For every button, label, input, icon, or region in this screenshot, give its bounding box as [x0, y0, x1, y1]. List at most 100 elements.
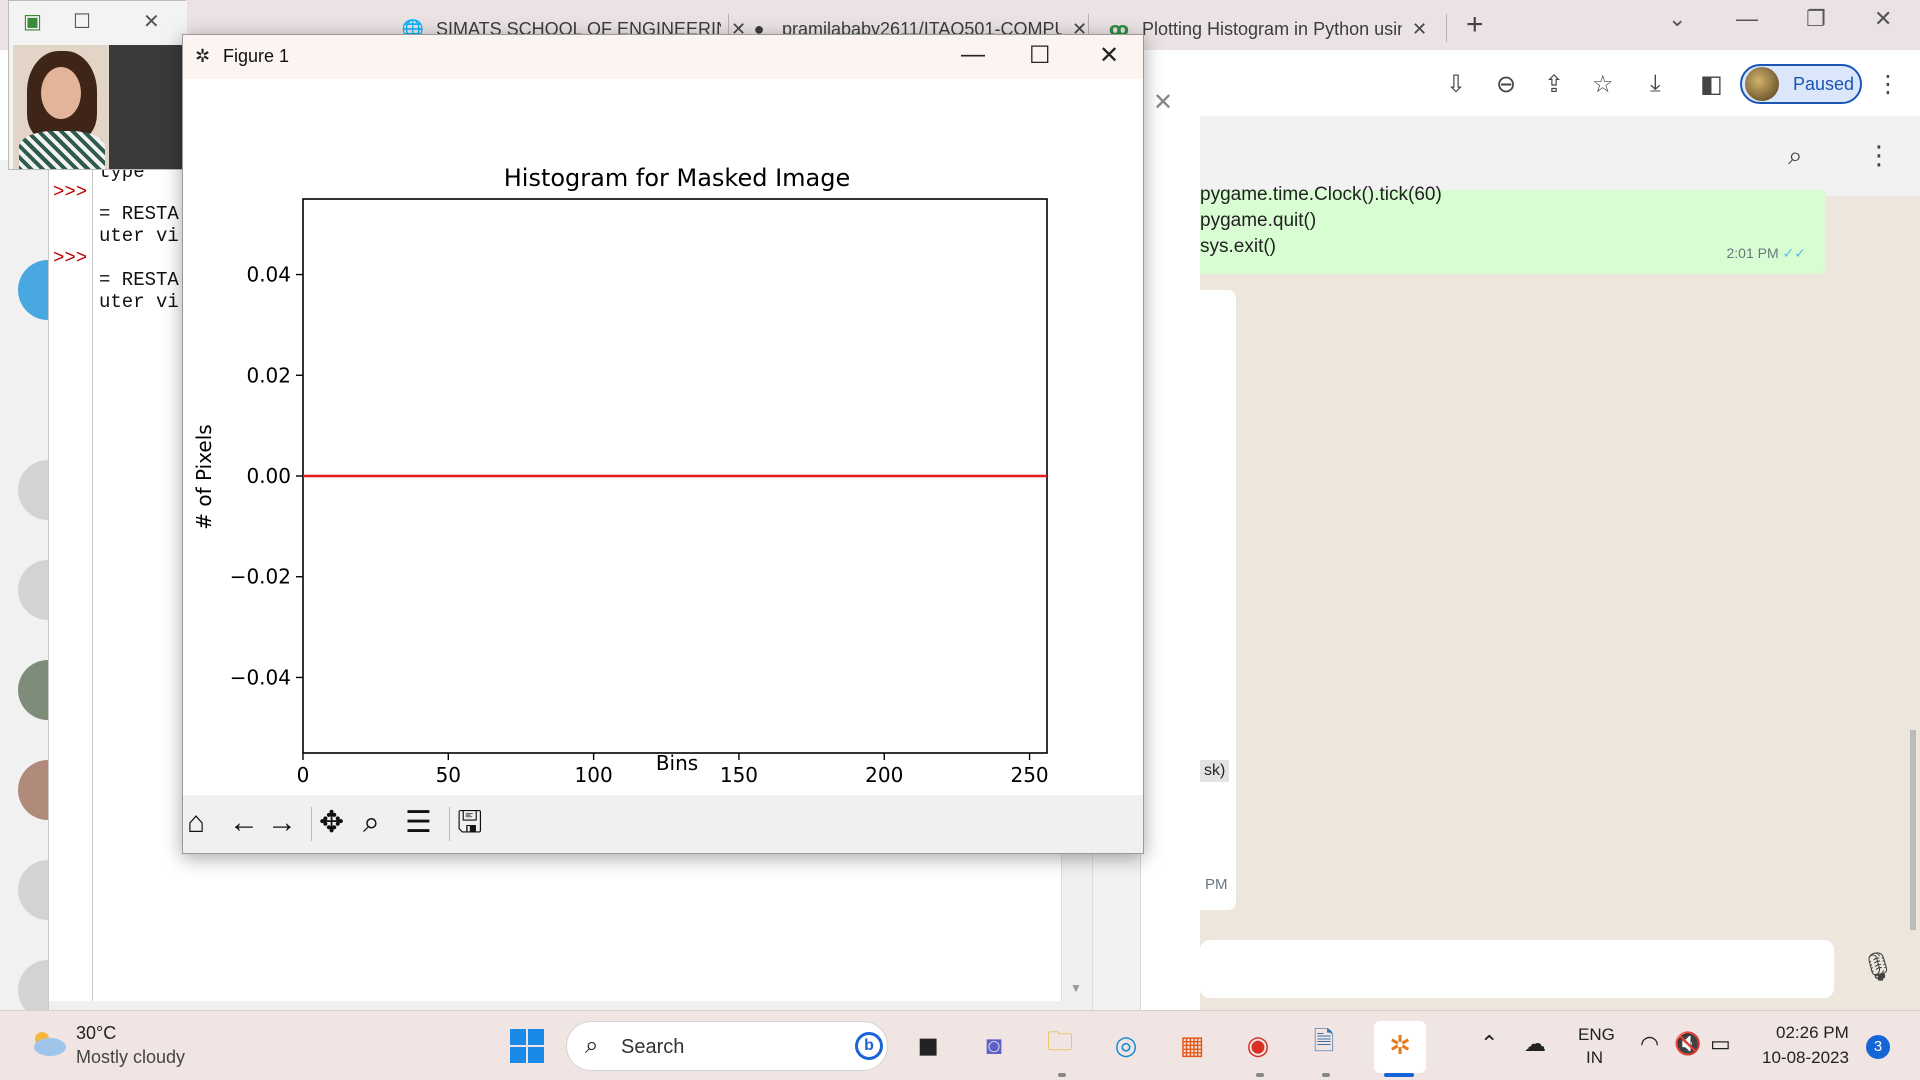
- y-tick-label: 0.04: [246, 263, 291, 287]
- shell-prompt: >>>: [53, 181, 88, 203]
- home-icon[interactable]: ⌂: [187, 805, 205, 841]
- wifi-icon[interactable]: ◠: [1640, 1031, 1659, 1057]
- chevron-up-icon[interactable]: ⌃: [1480, 1031, 1498, 1057]
- save-icon[interactable]: 🖫: [457, 805, 483, 841]
- taskbar-search[interactable]: ⌕ Search b: [566, 1021, 888, 1071]
- tab-gfg[interactable]: ꝏ Plotting Histogram in Python using ✕: [1096, 8, 1439, 50]
- tab-separator: [1446, 14, 1447, 42]
- edge-icon[interactable]: ◎: [1106, 1025, 1146, 1065]
- restore-button[interactable]: ❐: [1806, 6, 1826, 32]
- share-icon[interactable]: ⇪: [1544, 70, 1564, 99]
- speaker-muted-icon[interactable]: 🔇: [1674, 1031, 1701, 1057]
- region-indicator[interactable]: IN: [1586, 1048, 1603, 1068]
- store-icon[interactable]: ▦: [1172, 1025, 1212, 1065]
- figure-titlebar: ✲ Figure 1 — ☐ ✕: [183, 35, 1143, 79]
- profile-button[interactable]: Paused: [1740, 64, 1862, 104]
- chrome-icon[interactable]: ◉: [1238, 1025, 1278, 1065]
- install-app-icon[interactable]: ⇩: [1446, 70, 1466, 99]
- onedrive-offline-icon[interactable]: ☁: [1524, 1031, 1546, 1057]
- histogram-chart: 0 50 100 150 200 250 0.04 0.02 0.00 −0.02 −0.04 Hi…: [192, 164, 1049, 787]
- zoom-out-icon[interactable]: ⊖: [1496, 70, 1516, 99]
- app-icon: ▣: [23, 11, 42, 33]
- search-icon[interactable]: ⌕: [1788, 140, 1803, 172]
- message-fragment: sk): [1200, 760, 1230, 782]
- bookmark-star-icon[interactable]: ☆: [1592, 70, 1614, 99]
- configure-subplots-icon[interactable]: ☰: [405, 805, 432, 841]
- chat-icon[interactable]: ◙: [974, 1025, 1014, 1065]
- microphone-icon[interactable]: 🎙: [1860, 950, 1896, 983]
- python-idle-icon[interactable]: 🗎: [1304, 1025, 1344, 1065]
- search-placeholder: Search: [621, 1036, 685, 1058]
- figure-canvas[interactable]: 0 50 100 150 200 250 0.04 0.02 0.00 −0.02 −0.04 Hi…: [183, 79, 1143, 795]
- bing-icon[interactable]: b: [855, 1032, 883, 1060]
- running-indicator: [1322, 1073, 1330, 1077]
- toolbar-separator: [449, 807, 450, 841]
- language-indicator[interactable]: ENG: [1578, 1025, 1615, 1045]
- search-icon: ⌕: [585, 1032, 599, 1059]
- chevron-down-icon[interactable]: ⌄: [1668, 6, 1686, 32]
- close-button[interactable]: ✕: [1099, 41, 1119, 70]
- close-icon[interactable]: ✕: [1153, 88, 1173, 117]
- running-indicator: [1256, 1073, 1264, 1077]
- running-indicator: [1058, 1073, 1066, 1077]
- shell-output-line: uter vi: [99, 291, 179, 313]
- matplotlib-icon[interactable]: ✲: [1380, 1025, 1420, 1065]
- task-view-icon[interactable]: ◼: [908, 1025, 948, 1065]
- clock-date[interactable]: 10-08-2023: [1762, 1048, 1849, 1068]
- x-tick-label: 150: [720, 763, 758, 787]
- scroll-down-icon[interactable]: ▼: [1070, 981, 1082, 995]
- person-thumbnail: [13, 45, 109, 169]
- scrollbar[interactable]: [1910, 730, 1916, 930]
- notification-badge[interactable]: 3: [1866, 1035, 1890, 1059]
- cloud-icon: [34, 1032, 66, 1056]
- start-button[interactable]: [510, 1029, 544, 1063]
- clock-time[interactable]: 02:26 PM: [1776, 1023, 1849, 1043]
- window-title: Figure 1: [223, 46, 290, 66]
- zoom-icon[interactable]: ⌕: [363, 805, 380, 841]
- message-time: 2:01 PM ✓✓: [1726, 245, 1807, 261]
- message-input[interactable]: [1200, 940, 1834, 998]
- y-tick-label: −0.04: [230, 665, 291, 689]
- battery-icon[interactable]: ▭: [1710, 1031, 1731, 1057]
- close-button[interactable]: ✕: [143, 9, 160, 34]
- maximize-button[interactable]: ☐: [1029, 41, 1051, 70]
- x-tick-label: 100: [575, 763, 613, 787]
- weather-temperature[interactable]: 30°C: [76, 1023, 116, 1044]
- side-panel-icon[interactable]: ◧: [1700, 70, 1723, 99]
- prompt-gutter: [49, 161, 93, 1001]
- pan-icon[interactable]: ✥: [319, 805, 344, 841]
- camera-preview-window: ▣ ☐ ✕: [8, 0, 187, 170]
- shell-output-line: = RESTA: [99, 203, 179, 225]
- new-tab-button[interactable]: +: [1466, 8, 1484, 42]
- weather-description[interactable]: Mostly cloudy: [76, 1047, 185, 1068]
- kebab-menu-icon[interactable]: ⋮: [1876, 70, 1900, 99]
- forward-arrow-icon[interactable]: →: [267, 805, 297, 841]
- close-icon[interactable]: ✕: [1412, 19, 1427, 40]
- x-tick-label: 50: [436, 763, 461, 787]
- file-explorer-icon[interactable]: 🗀: [1040, 1025, 1080, 1065]
- shell-prompt: >>>: [53, 247, 88, 269]
- close-window-button[interactable]: ✕: [1874, 6, 1892, 32]
- x-tick-label: 200: [865, 763, 903, 787]
- code-line: pygame.time.Clock().tick(60): [1200, 184, 1442, 205]
- side-panel: [1140, 78, 1200, 1010]
- x-axis-label: Bins: [656, 751, 698, 775]
- x-tick-label: 0: [297, 763, 310, 787]
- kebab-menu-icon[interactable]: ⋮: [1866, 140, 1892, 171]
- downloads-icon[interactable]: ⤓: [1650, 70, 1661, 98]
- avatar: [1745, 67, 1779, 101]
- x-tick-label: 250: [1010, 763, 1048, 787]
- camera-titlebar: ▣ ☐ ✕: [9, 1, 187, 45]
- matplotlib-icon: ✲: [195, 46, 211, 66]
- shell-output-line: uter vi: [99, 225, 179, 247]
- minimize-button[interactable]: —: [1736, 6, 1758, 32]
- profile-label: Paused: [1793, 73, 1855, 94]
- back-arrow-icon[interactable]: ←: [229, 805, 259, 841]
- y-tick-label: 0.02: [246, 363, 291, 387]
- figure-window: ✲ Figure 1 — ☐ ✕ 0 50 100 150 200 250 0.04 0.02…: [182, 34, 1144, 854]
- message-bubble: pygame.time.Clock().tick(60) pygame.quit…: [1180, 184, 1826, 274]
- tab-title: Plotting Histogram in Python using: [1142, 18, 1402, 39]
- maximize-button[interactable]: ☐: [73, 9, 91, 34]
- windows-taskbar: 30°C Mostly cloudy ⌕ Search b ◼ ◙ 🗀 ◎ ▦ …: [0, 1010, 1920, 1080]
- minimize-button[interactable]: —: [961, 41, 985, 69]
